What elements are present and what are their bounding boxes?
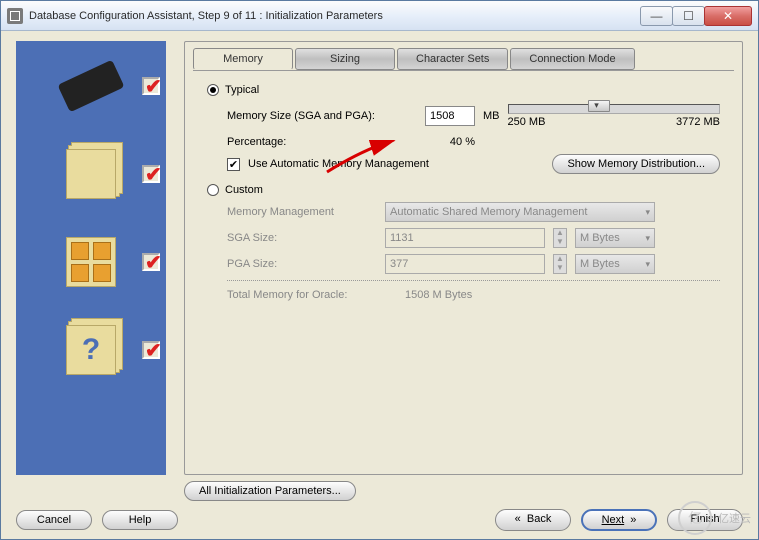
wizard-nav-bar: Cancel Help « Back Next » Finish [16, 501, 743, 531]
radio-typical[interactable] [207, 84, 219, 96]
window-buttons: — ☐ ✕ [641, 6, 752, 26]
pga-size-input [385, 254, 545, 274]
cancel-button[interactable]: Cancel [16, 510, 92, 530]
auto-memory-label: Use Automatic Memory Management [248, 158, 429, 170]
slider-max-label: 3772 MB [676, 116, 720, 128]
slider-thumb[interactable] [588, 100, 610, 112]
maximize-button[interactable]: ☐ [672, 6, 705, 26]
watermark-text: 亿速云 [718, 510, 751, 526]
tab-bar: Memory Sizing Character Sets Connection … [185, 42, 742, 70]
auto-memory-checkbox[interactable]: ✔ [227, 158, 240, 171]
show-memory-dist-button[interactable]: Show Memory Distribution... [552, 154, 720, 174]
tab-content-memory: Typical Memory Size (SGA and PGA): MB 25… [185, 71, 742, 474]
memory-slider[interactable]: 250 MB 3772 MB [508, 102, 721, 130]
sidebar-step-icon [16, 315, 166, 385]
percentage-value: 40 % [425, 136, 475, 148]
sga-unit-select: M Bytes▾ [575, 228, 655, 248]
window-frame: Database Configuration Assistant, Step 9… [0, 0, 759, 540]
step-complete-icon [142, 165, 160, 183]
sga-spinner: ▲▼ [553, 228, 567, 248]
mem-mgmt-select: Automatic Shared Memory Management▾ [385, 202, 655, 222]
wizard-sidebar [16, 41, 166, 475]
total-memory-label: Total Memory for Oracle: [227, 289, 397, 301]
all-init-params-button[interactable]: All Initialization Parameters... [184, 481, 356, 501]
next-button[interactable]: Next » [581, 509, 657, 531]
app-icon [7, 8, 23, 24]
sga-size-input [385, 228, 545, 248]
step-complete-icon [142, 253, 160, 271]
tab-sizing[interactable]: Sizing [295, 48, 395, 70]
memory-size-unit: MB [483, 110, 500, 122]
minimize-button[interactable]: — [640, 6, 673, 26]
help-button[interactable]: Help [102, 510, 178, 530]
sga-size-label: SGA Size: [227, 232, 377, 244]
window-title: Database Configuration Assistant, Step 9… [29, 10, 641, 22]
titlebar[interactable]: Database Configuration Assistant, Step 9… [1, 1, 758, 31]
radio-custom[interactable] [207, 184, 219, 196]
chevron-down-icon: ▾ [645, 233, 650, 244]
settings-panel: Memory Sizing Character Sets Connection … [184, 41, 743, 475]
tab-memory[interactable]: Memory [193, 48, 293, 70]
chevron-down-icon: ▾ [645, 259, 650, 270]
pga-spinner: ▲▼ [553, 254, 567, 274]
sidebar-step-icon [16, 139, 166, 209]
pga-unit-select: M Bytes▾ [575, 254, 655, 274]
content-area: Memory Sizing Character Sets Connection … [1, 31, 758, 539]
tab-connection-mode[interactable]: Connection Mode [510, 48, 634, 70]
watermark-icon: 亿 [678, 501, 712, 535]
memory-size-input[interactable] [425, 106, 475, 126]
chevron-down-icon: ▾ [645, 207, 650, 218]
memory-size-label: Memory Size (SGA and PGA): [227, 110, 417, 122]
slider-min-label: 250 MB [508, 116, 546, 128]
mem-mgmt-label: Memory Management [227, 206, 377, 218]
total-memory-value: 1508 M Bytes [405, 289, 472, 301]
step-complete-icon [142, 77, 160, 95]
back-button[interactable]: « Back [495, 509, 571, 531]
watermark: 亿 亿速云 [678, 501, 751, 535]
sidebar-step-icon [16, 227, 166, 297]
pga-size-label: PGA Size: [227, 258, 377, 270]
tab-character-sets[interactable]: Character Sets [397, 48, 508, 70]
radio-typical-label: Typical [225, 84, 259, 96]
percentage-label: Percentage: [227, 136, 417, 148]
close-button[interactable]: ✕ [704, 6, 752, 26]
step-complete-icon [142, 341, 160, 359]
sidebar-step-icon [16, 51, 166, 121]
radio-custom-label: Custom [225, 184, 263, 196]
